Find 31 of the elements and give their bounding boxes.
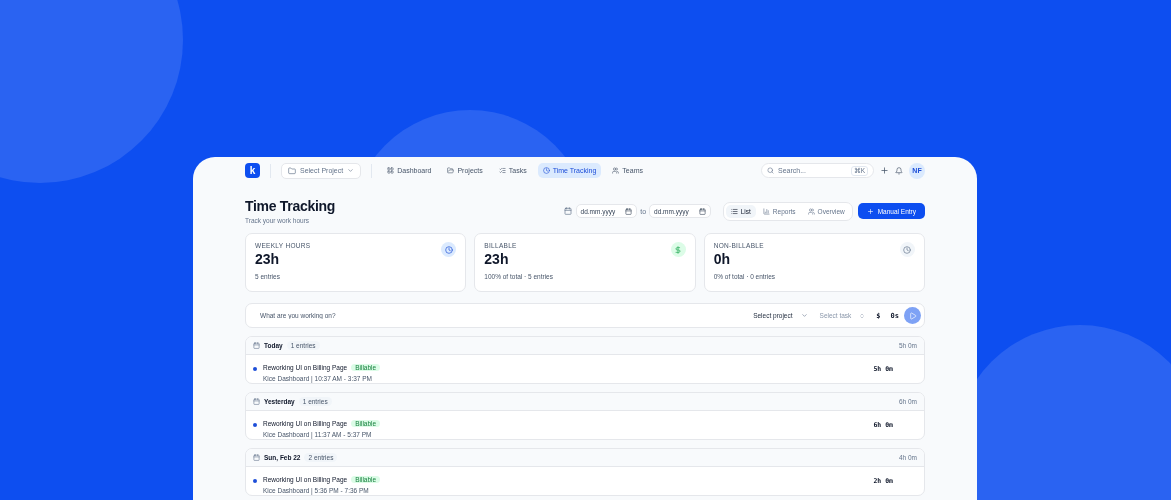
nav-icon [498, 167, 506, 174]
clock-icon [441, 242, 457, 257]
stat-value: 23h [255, 251, 281, 267]
calendar-icon [253, 398, 260, 405]
app-logo[interactable]: k [245, 163, 260, 178]
chevron-down-icon [800, 312, 808, 319]
clock-icon [900, 242, 915, 257]
calendar-icon [698, 207, 706, 215]
calendar-icon [625, 207, 633, 215]
calendar-icon [253, 454, 260, 461]
nav-icon [447, 167, 455, 174]
plus-icon [866, 207, 874, 215]
folder-icon [288, 166, 296, 175]
nav-icon [387, 167, 395, 174]
list-icon [730, 207, 738, 215]
bell-icon[interactable] [895, 166, 903, 175]
nav-icon [612, 167, 620, 174]
search-icon [767, 167, 774, 174]
nav-icon [542, 167, 550, 174]
calendar-icon [563, 207, 572, 215]
add-icon[interactable] [880, 166, 889, 175]
play-icon [908, 311, 917, 320]
stat-value: 23h [484, 251, 510, 267]
page-title: Time Tracking [245, 198, 335, 214]
calendar-icon [253, 342, 260, 349]
bar-chart-icon [762, 207, 770, 215]
chevron-down-icon [347, 167, 355, 174]
start-timer-button[interactable] [904, 307, 921, 324]
users-icon [807, 207, 815, 215]
dollar-icon [670, 242, 686, 257]
stat-value: 0h [713, 251, 731, 267]
